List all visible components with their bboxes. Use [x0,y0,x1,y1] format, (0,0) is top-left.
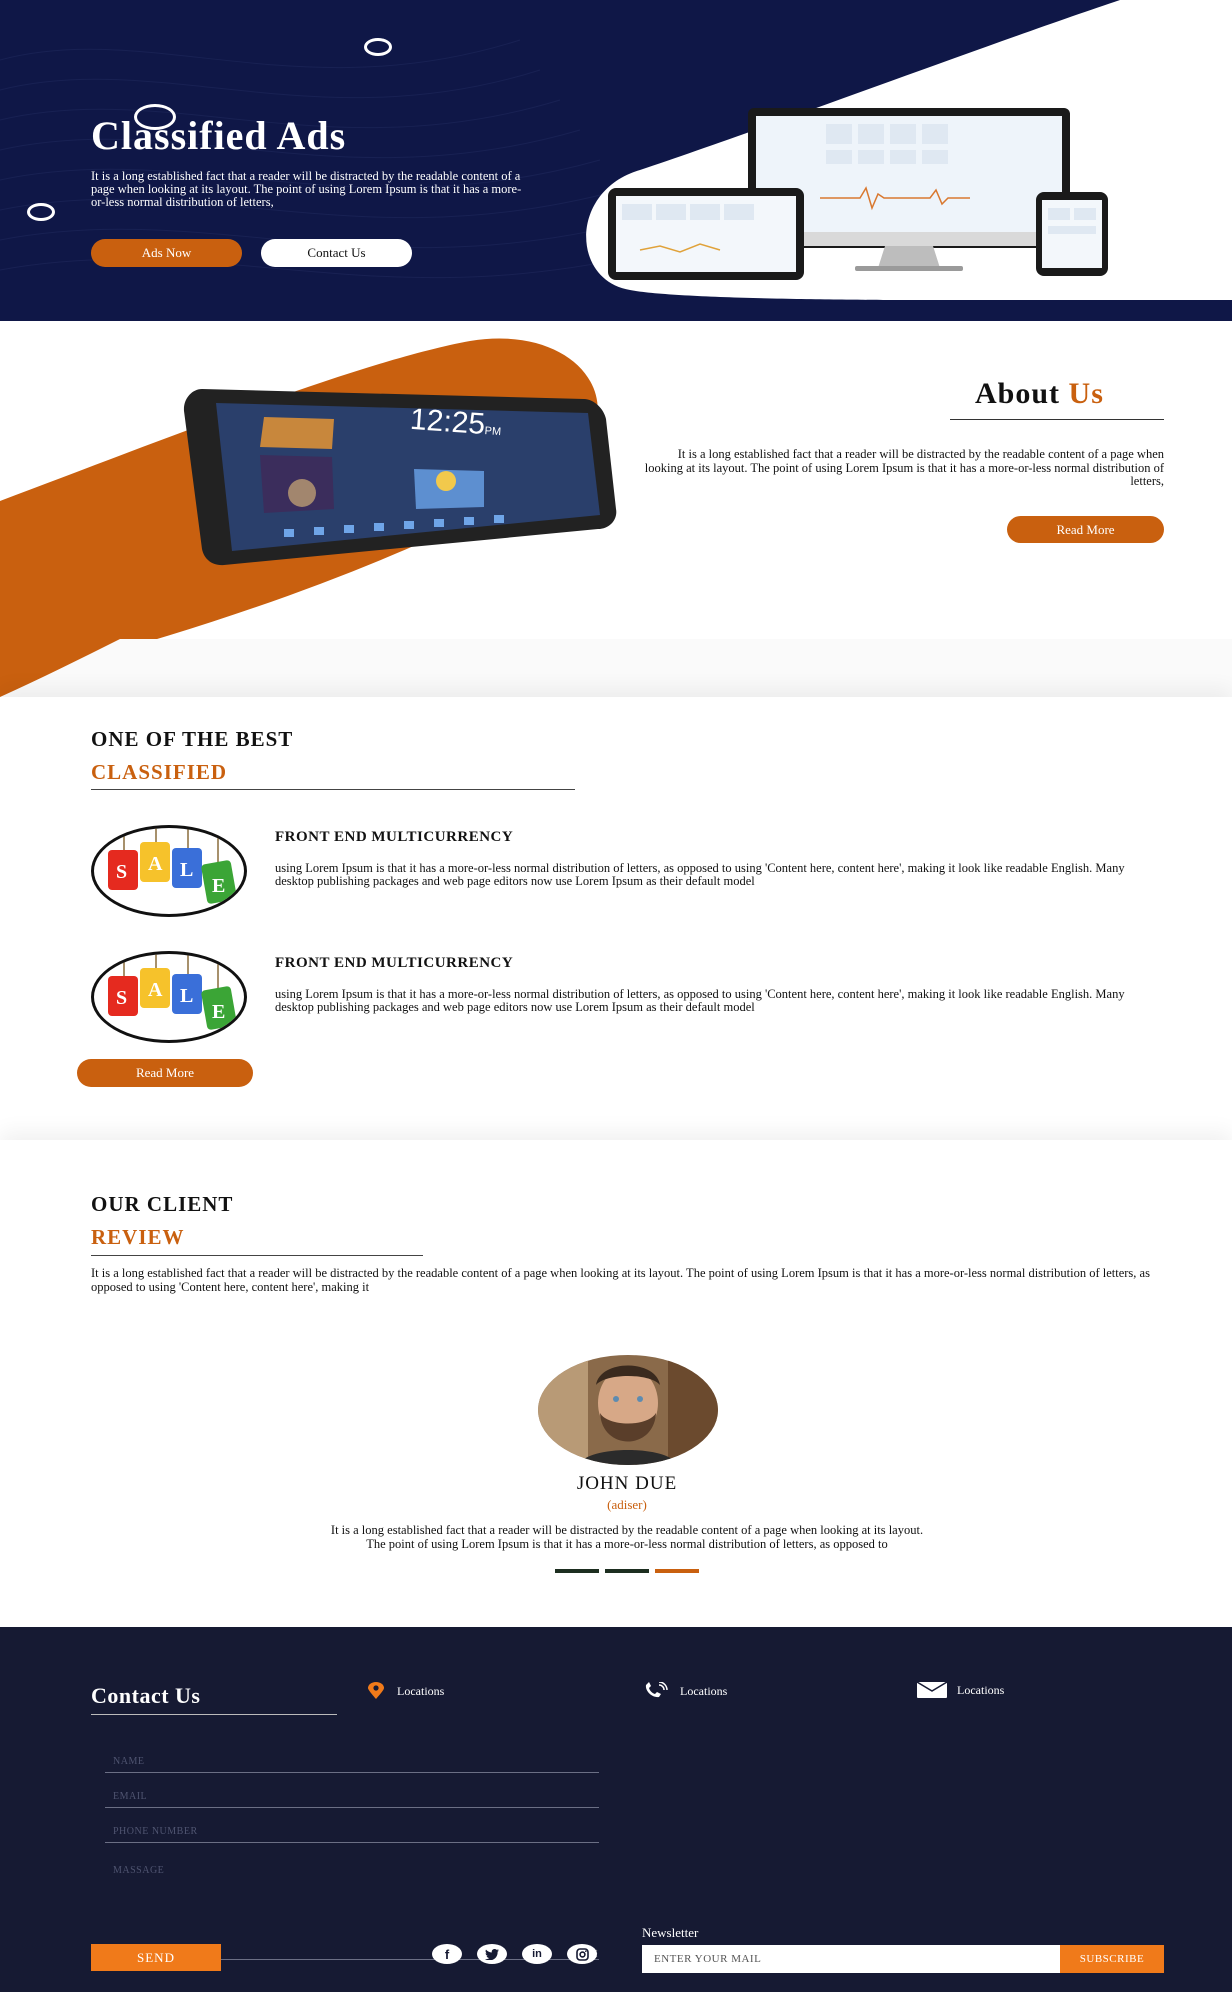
carousel-indicator[interactable] [555,1569,599,1573]
review-heading-line1: OUR CLIENT [91,1192,234,1216]
feature-description: using Lorem Ipsum is that it has a more-… [275,987,1125,1014]
review-heading-underline [91,1255,423,1256]
devices-illustration [608,108,1108,280]
hero-section: Classified Ads It is a long established … [0,0,1232,321]
best-heading-line2: CLASSIFIED [91,760,228,784]
tablet-clock: 12:25PM [409,403,503,443]
client-quote: It is a long established fact that a rea… [160,1523,1094,1551]
sale-tag-icon: S A L E [91,825,247,917]
tablet-clock-ampm: PM [484,425,502,439]
carousel-indicator[interactable] [605,1569,649,1573]
about-read-more-button[interactable]: Read More [1007,516,1164,543]
avatar [538,1355,718,1465]
section-divider [0,639,1232,697]
about-title-accent: Us [1068,377,1104,410]
location-label: Locations [957,1682,1005,1697]
tablet-clock-time: 12:25 [408,402,487,442]
svg-text:A: A [148,853,163,875]
client-quote-line2: The point of using Lorem Ipsum is that i… [366,1537,888,1551]
ads-now-button[interactable]: Ads Now [91,239,242,267]
svg-text:S: S [116,861,127,883]
feature-description: using Lorem Ipsum is that it has a more-… [275,861,1125,888]
name-field[interactable]: NAME [105,1746,599,1773]
phone-icon [645,1682,668,1698]
svg-text:L: L [180,985,193,1007]
best-heading-line1: ONE OF THE BEST [91,727,294,751]
newsletter-label: Newsletter [642,1925,699,1940]
footer-title-underline [91,1714,337,1715]
linkedin-icon[interactable]: in [522,1944,552,1964]
svg-text:S: S [116,987,127,1009]
hero-title: Classified Ads [91,113,347,158]
decor-ring [364,38,392,56]
instagram-icon[interactable] [567,1944,597,1964]
location-label: Locations [680,1683,728,1698]
about-title: About Us [975,377,1104,411]
carousel-indicator-active[interactable] [655,1569,699,1573]
about-section: 12:25PM About Us It is a long establishe… [0,321,1232,697]
feature-title: FRONT END MULTICURRENCY [275,829,514,845]
send-button[interactable]: SEND [91,1944,221,1971]
best-classified-section: ONE OF THE BEST CLASSIFIED S A L E FRONT… [0,697,1232,1140]
review-intro: It is a long established fact that a rea… [91,1266,1150,1294]
mail-icon [917,1682,947,1698]
footer-title: Contact Us [91,1683,201,1708]
client-role: (adiser) [607,1497,647,1512]
svg-text:A: A [148,979,163,1001]
feature-title: FRONT END MULTICURRENCY [275,955,514,971]
twitter-icon[interactable] [477,1944,507,1964]
orange-swoosh-tail [0,639,120,697]
footer-contact-section: Contact Us Locations Locations Locations… [0,1627,1232,1992]
location-item[interactable]: Locations [365,1682,444,1700]
subscribe-button[interactable]: SUBSCRIBE [1060,1945,1164,1973]
tablet-image [183,389,617,566]
best-read-more-button[interactable]: Read More [77,1059,253,1087]
about-description: It is a long established fact that a rea… [644,447,1164,488]
sale-tag-icon: S A L E [91,951,247,1043]
svg-text:E: E [212,875,225,897]
about-title-main: About [975,377,1061,410]
map-pin-icon [368,1682,384,1699]
client-name: JOHN DUE [576,1473,678,1494]
decor-ring [27,203,55,221]
about-title-underline [950,419,1164,420]
best-heading-underline [91,789,575,790]
client-quote-line1: It is a long established fact that a rea… [330,1523,924,1537]
phone-number-field[interactable]: PHONE NUMBER [105,1816,599,1843]
facebook-icon[interactable]: f [432,1944,462,1964]
review-heading-line2: REVIEW [91,1225,185,1249]
svg-text:L: L [180,859,193,881]
client-review-section: OUR CLIENT REVIEW It is a long establish… [0,1140,1232,1627]
location-item[interactable]: Locations [642,1682,727,1700]
contact-us-button[interactable]: Contact Us [261,239,412,267]
location-item[interactable]: Locations [917,1682,1004,1698]
svg-text:E: E [212,1001,225,1023]
hero-description: It is a long established fact that a rea… [91,169,522,209]
newsletter-email-input[interactable]: ENTER YOUR MAIL [642,1945,1060,1973]
location-label: Locations [397,1683,445,1698]
email-field[interactable]: EMAIL [105,1781,599,1808]
